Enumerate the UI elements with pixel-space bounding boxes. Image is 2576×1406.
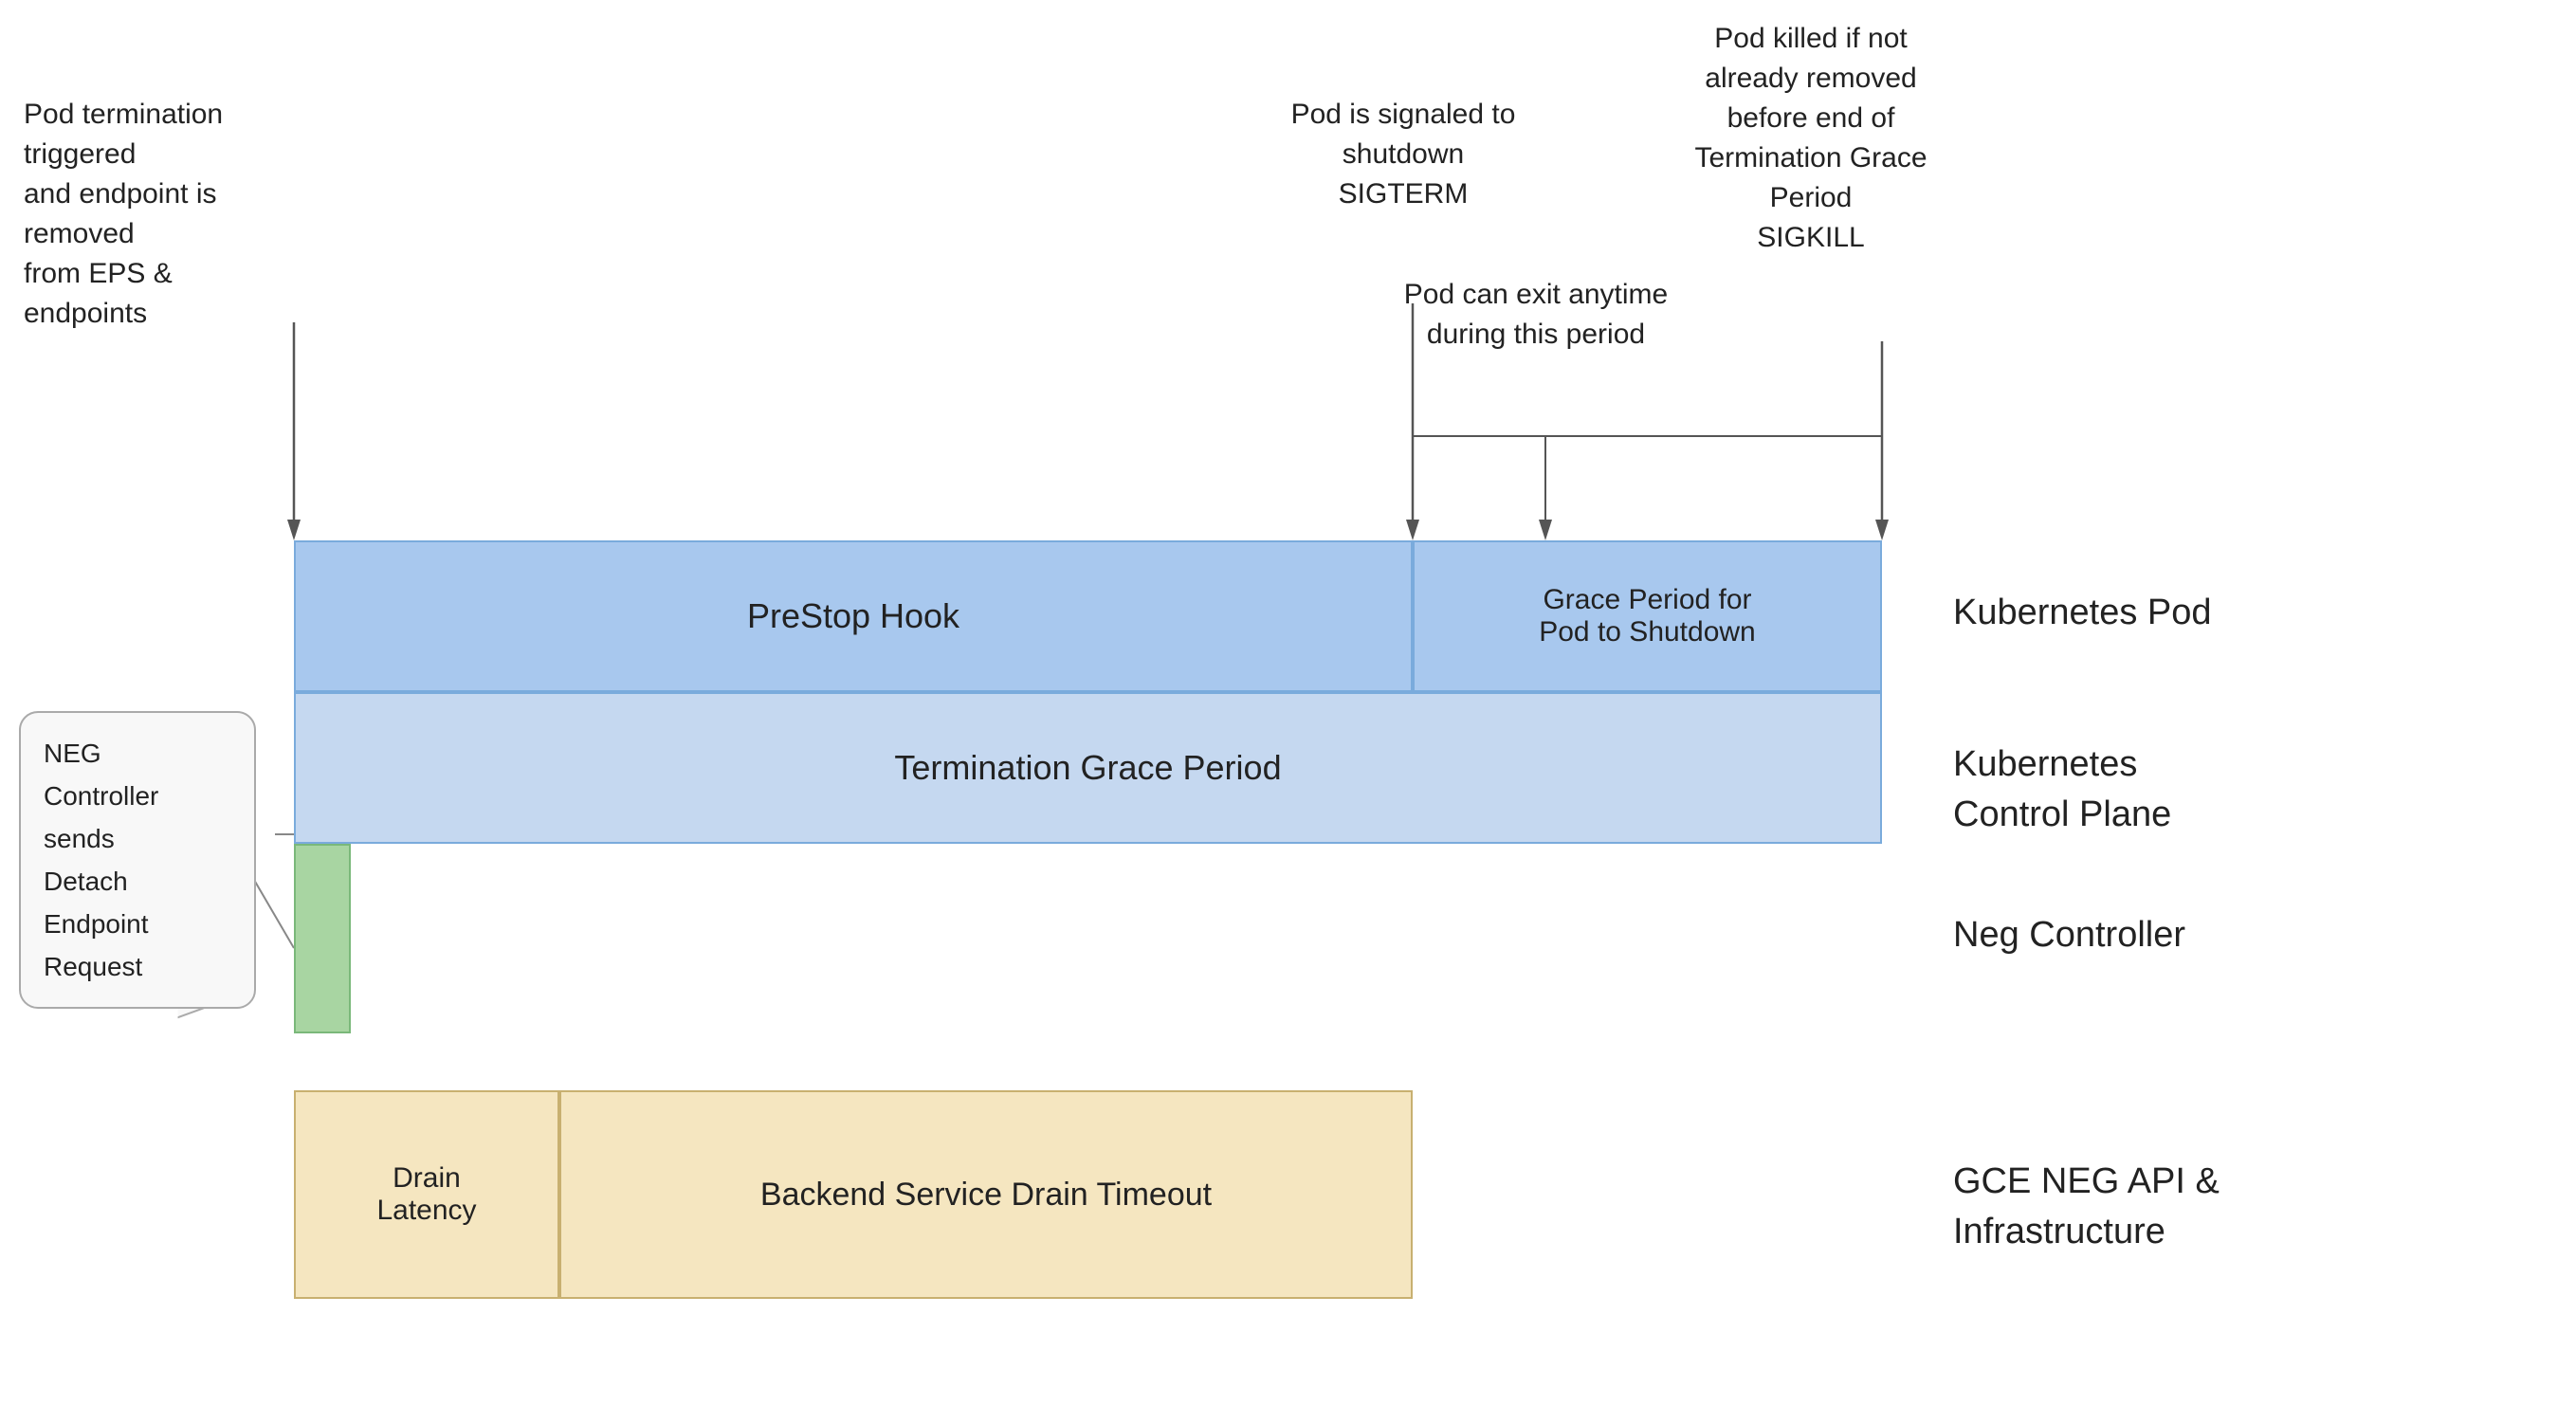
annotation-sigkill: Pod killed if not already removed before… [1631,19,1991,258]
bar-prestop: PreStop Hook [294,540,1413,692]
bar-neg [294,844,351,1033]
speech-bubble-neg: NEG Controller sends Detach Endpoint Req… [19,711,256,1009]
label-kubernetes-pod: Kubernetes Pod [1953,588,2212,638]
bar-termination: Termination Grace Period [294,692,1882,844]
bar-grace-period: Grace Period for Pod to Shutdown [1413,540,1882,692]
label-kubernetes-control: Kubernetes Control Plane [1953,740,2171,840]
grace-period-label: Grace Period for Pod to Shutdown [1539,584,1756,648]
drain-latency-label: Drain Latency [376,1162,476,1227]
prestop-label: PreStop Hook [747,596,959,636]
diagram-container: Pod termination triggered and endpoint i… [0,0,2576,1406]
drain-timeout-label: Backend Service Drain Timeout [760,1177,1212,1214]
label-neg-controller: Neg Controller [1953,910,2185,960]
annotation-pod-can-exit: Pod can exit anytime during this period [1346,275,1726,355]
annotation-termination-triggered: Pod termination triggered and endpoint i… [24,95,280,334]
bar-drain-timeout: Backend Service Drain Timeout [559,1090,1413,1299]
annotation-sigterm: Pod is signaled to shutdown SIGTERM [1214,95,1593,214]
label-gce-neg: GCE NEG API & Infrastructure [1953,1157,2220,1257]
bar-drain-latency: Drain Latency [294,1090,559,1299]
termination-label: Termination Grace Period [894,748,1281,788]
